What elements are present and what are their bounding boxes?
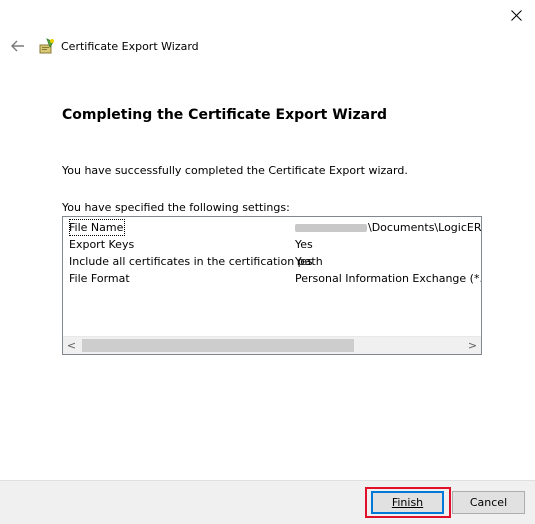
- success-message: You have successfully completed the Cert…: [62, 164, 408, 177]
- finish-button[interactable]: Finish: [371, 491, 444, 514]
- finish-button-label: Finish: [391, 496, 424, 509]
- certificate-wizard-icon: [39, 38, 54, 54]
- close-button[interactable]: [503, 4, 529, 26]
- close-icon: [510, 9, 522, 21]
- chevron-left-icon: <: [66, 339, 77, 352]
- setting-name: File Format: [69, 272, 130, 285]
- scroll-thumb[interactable]: [82, 339, 354, 352]
- setting-value: Yes: [295, 238, 313, 251]
- settings-list[interactable]: File Name \Documents\LogicERPDe Export K…: [62, 216, 482, 355]
- wizard-title: Certificate Export Wizard: [61, 39, 199, 53]
- settings-label: You have specified the following setting…: [62, 201, 290, 214]
- wizard-header: Certificate Export Wizard: [8, 36, 199, 56]
- list-item[interactable]: File Format Personal Information Exchang…: [63, 270, 481, 287]
- setting-name: File Name: [69, 219, 126, 236]
- cancel-button-label: Cancel: [469, 496, 508, 509]
- scroll-left-button[interactable]: <: [63, 337, 80, 354]
- setting-value: Yes: [295, 255, 313, 268]
- chevron-right-icon: >: [467, 339, 478, 352]
- scroll-right-button[interactable]: >: [464, 337, 481, 354]
- list-item[interactable]: Export Keys Yes: [63, 236, 481, 253]
- button-bar: Finish Cancel: [0, 480, 535, 524]
- list-item[interactable]: File Name \Documents\LogicERPDe: [63, 219, 481, 236]
- back-button[interactable]: [8, 36, 28, 56]
- page-title: Completing the Certificate Export Wizard: [62, 107, 387, 123]
- cancel-button[interactable]: Cancel: [452, 491, 525, 514]
- setting-name: Include all certificates in the certific…: [69, 255, 323, 268]
- list-item[interactable]: Include all certificates in the certific…: [63, 253, 481, 270]
- setting-name: Export Keys: [69, 238, 135, 251]
- back-arrow-icon: [11, 40, 24, 52]
- horizontal-scrollbar[interactable]: < >: [63, 336, 481, 354]
- redacted-path: [295, 224, 367, 232]
- setting-value: Personal Information Exchange (*.pfx): [295, 272, 482, 285]
- setting-value: \Documents\LogicERPDe: [295, 219, 481, 236]
